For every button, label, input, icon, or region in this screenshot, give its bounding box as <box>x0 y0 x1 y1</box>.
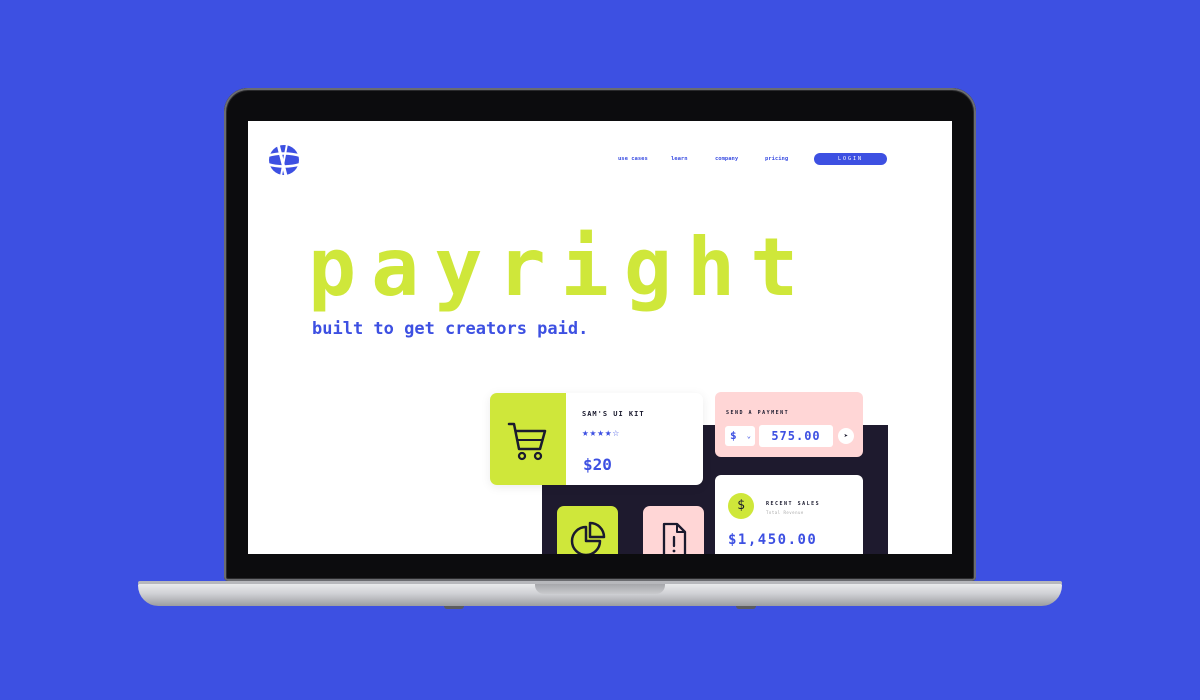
send-payment-card: SEND A PAYMENT $ ⌄ 575.00 ➤ <box>715 392 863 457</box>
hero-title: payright <box>308 221 814 314</box>
currency-select[interactable]: $ ⌄ <box>725 426 755 446</box>
currency-value: $ <box>730 429 737 442</box>
payright-logo-icon[interactable] <box>265 143 303 177</box>
nav-learn[interactable]: learn <box>671 156 688 162</box>
star-rating[interactable]: ★★★★☆ <box>582 426 620 439</box>
send-arrow-icon: ➤ <box>843 432 849 440</box>
product-card[interactable]: SAM'S UI KIT ★★★★☆ $20 <box>490 393 703 485</box>
pie-chart-icon <box>570 521 606 554</box>
laptop-notch <box>535 584 665 594</box>
chevron-down-icon: ⌄ <box>746 432 751 440</box>
laptop-foot <box>736 606 756 609</box>
product-name: SAM'S UI KIT <box>582 410 645 418</box>
laptop-screen: use cases learn company pricing LOGIN pa… <box>248 121 952 554</box>
nav-company[interactable]: company <box>715 156 738 162</box>
total-revenue-label: Total Revenue <box>766 510 804 515</box>
analytics-tile[interactable] <box>557 506 618 554</box>
login-button[interactable]: LOGIN <box>814 153 887 165</box>
dollar-icon: $ <box>728 493 754 519</box>
send-payment-button[interactable]: ➤ <box>838 428 854 444</box>
nav-use-cases[interactable]: use cases <box>618 156 648 162</box>
report-tile[interactable] <box>643 506 704 554</box>
hero-subtitle: built to get creators paid. <box>312 319 589 339</box>
nav-pricing[interactable]: pricing <box>765 156 788 162</box>
sales-amount: $1,450.00 <box>728 532 818 548</box>
laptop-foot <box>444 606 464 609</box>
amount-input[interactable]: 575.00 <box>759 425 833 447</box>
shopping-cart-icon <box>507 422 547 461</box>
document-alert-icon <box>662 522 687 554</box>
product-price: $20 <box>583 455 612 474</box>
recent-sales-label: RECENT SALES <box>766 501 821 507</box>
send-payment-label: SEND A PAYMENT <box>726 410 790 416</box>
recent-sales-card: $ RECENT SALES Total Revenue $1,450.00 <box>715 475 863 554</box>
product-image <box>490 393 566 485</box>
